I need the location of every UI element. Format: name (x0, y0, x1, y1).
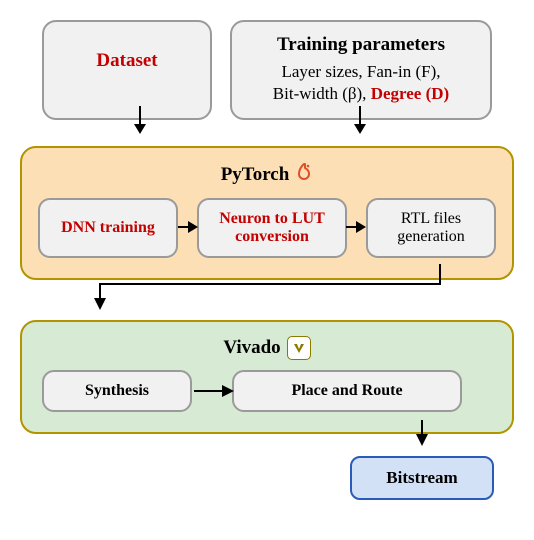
params-bitwidth: Bit-width (β), (273, 84, 371, 103)
flow-diagram: Dataset Training parameters Layer sizes,… (20, 20, 514, 500)
pytorch-inner-row: DNN training Neuron to LUT conversion RT… (38, 198, 496, 258)
neuron-to-lut-label: Neuron to LUT conversion (209, 210, 335, 246)
rtl-files-label: RTL files generation (378, 210, 484, 246)
arrow-dnn-to-lut (178, 220, 198, 234)
neuron-to-lut-box: Neuron to LUT conversion (197, 198, 347, 258)
arrow-lut-to-rtl (346, 220, 366, 234)
bitstream-box: Bitstream (350, 456, 494, 500)
inputs-row: Dataset Training parameters Layer sizes,… (20, 20, 514, 120)
place-and-route-box: Place and Route (232, 370, 462, 412)
params-degree: Degree (D) (371, 84, 450, 103)
dnn-training-box: DNN training (38, 198, 178, 258)
synthesis-box: Synthesis (42, 370, 192, 412)
params-line2: Bit-width (β), Degree (D) (248, 84, 474, 104)
pytorch-stage: PyTorch DNN training Neuron to LUT conve… (20, 146, 514, 280)
vivado-icon (287, 336, 311, 360)
dataset-label: Dataset (96, 50, 157, 71)
vivado-title: Vivado (223, 337, 280, 359)
dnn-training-label: DNN training (61, 219, 155, 237)
pytorch-title: PyTorch (221, 164, 290, 186)
arrow-syn-to-par (194, 384, 234, 398)
pytorch-title-row: PyTorch (38, 162, 496, 188)
params-box: Training parameters Layer sizes, Fan-in … (230, 20, 492, 120)
bitstream-label: Bitstream (386, 468, 457, 487)
dataset-box: Dataset (42, 20, 212, 120)
rtl-files-box: RTL files generation (366, 198, 496, 258)
params-title: Training parameters (248, 34, 474, 56)
vivado-stage: Vivado Synthesis Place and Route (20, 320, 514, 434)
synthesis-label: Synthesis (85, 382, 149, 400)
vivado-title-row: Vivado (38, 336, 496, 360)
vivado-inner-row: Synthesis Place and Route (42, 370, 496, 412)
params-line1: Layer sizes, Fan-in (F), (248, 62, 474, 82)
place-and-route-label: Place and Route (291, 382, 402, 400)
pytorch-icon (295, 163, 313, 189)
